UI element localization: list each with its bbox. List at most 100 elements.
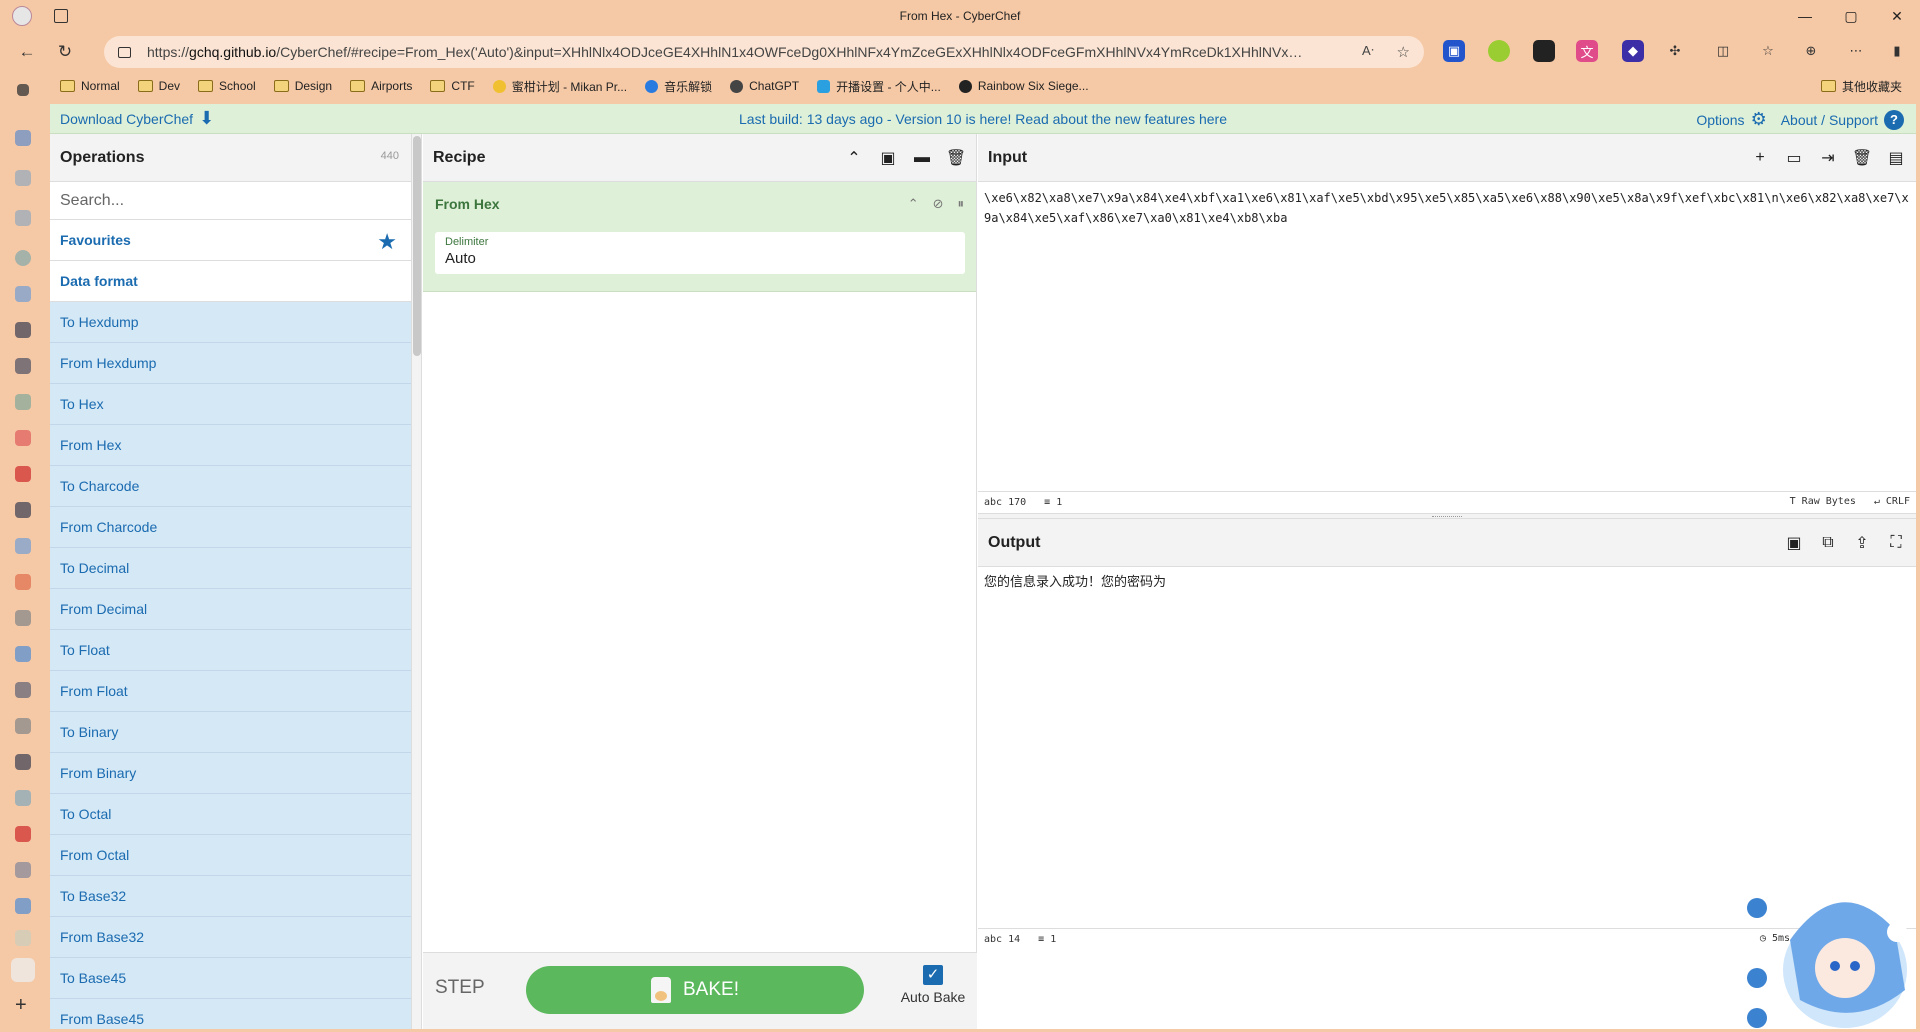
auto-bake-checkbox[interactable]: ✓ Auto Bake — [893, 965, 973, 1005]
input-eol[interactable]: ↵ CRLF — [1874, 496, 1910, 507]
back-arrow-icon[interactable]: ← — [10, 37, 44, 67]
clear-recipe-icon[interactable]: 🗑 — [946, 148, 966, 168]
operation-item[interactable]: To Float — [50, 630, 411, 671]
disable-operation-icon[interactable]: ⊘ — [933, 196, 944, 212]
about-support-link[interactable]: About / Support — [1781, 112, 1878, 128]
site-info-icon[interactable] — [118, 46, 131, 58]
sidebar-app-icon[interactable] — [15, 790, 31, 806]
bake-button[interactable]: BAKE! — [526, 966, 864, 1014]
close-button[interactable]: ✕ — [1874, 0, 1920, 32]
operation-item[interactable]: From Base32 — [50, 917, 411, 958]
translate-extension-icon[interactable]: 文 — [1576, 40, 1598, 62]
minimize-button[interactable]: — — [1782, 0, 1828, 32]
operation-item[interactable]: From Charcode — [50, 507, 411, 548]
bookmark-folder-design[interactable]: Design — [273, 79, 332, 93]
sidebar-app-icon[interactable] — [15, 646, 31, 662]
favorite-star-icon[interactable]: ☆ — [1397, 43, 1410, 61]
split-screen-icon[interactable]: ◫ — [1712, 40, 1734, 62]
bookmark-folder-school[interactable]: School — [198, 79, 256, 93]
bookmark-rainbow-six[interactable]: Rainbow Six Siege... — [958, 79, 1089, 93]
operation-item[interactable]: To Binary — [50, 712, 411, 753]
open-folder-icon[interactable]: ▭ — [1784, 148, 1804, 168]
sidebar-app-icon[interactable] — [15, 394, 31, 410]
favorites-icon[interactable]: ☆ — [1757, 40, 1779, 62]
save-output-icon[interactable]: ▣ — [1784, 533, 1804, 553]
sidebar-app-icon[interactable] — [15, 898, 31, 914]
category-favourites[interactable]: Favourites ★ — [50, 220, 411, 261]
collapse-all-icon[interactable]: ⌃ — [844, 148, 864, 168]
sidebar-app-icon[interactable] — [15, 930, 31, 946]
category-data-format[interactable]: Data format — [50, 261, 411, 302]
read-aloud-icon[interactable]: Aᐧ — [1362, 43, 1374, 59]
operations-search-input[interactable]: Search... — [50, 182, 411, 220]
refresh-icon[interactable]: ↻ — [48, 37, 82, 67]
maximize-output-icon[interactable]: ⛶ — [1886, 533, 1906, 553]
bookmark-chatgpt[interactable]: ChatGPT — [730, 79, 799, 93]
sidebar-app-icon[interactable] — [15, 322, 31, 338]
operation-item[interactable]: From Base45 — [50, 999, 411, 1029]
options-link[interactable]: Options — [1696, 112, 1744, 128]
operation-item[interactable]: To Base45 — [50, 958, 411, 999]
input-textarea[interactable]: \xe6\x82\xa8\xe7\x9a\x84\xe4\xbf\xa1\xe6… — [978, 182, 1916, 491]
bookmark-folder-airports[interactable]: Airports — [350, 79, 412, 93]
delimiter-select[interactable]: Delimiter Auto — [435, 232, 965, 274]
bookmark-mikan[interactable]: 蜜柑计划 - Mikan Pr... — [492, 78, 627, 95]
add-app-icon[interactable]: + — [15, 994, 27, 1017]
sidebar-app-icon[interactable] — [15, 170, 31, 186]
extension-icon[interactable] — [1533, 40, 1555, 62]
browser-profile-icon[interactable] — [12, 6, 32, 26]
add-tab-icon[interactable]: + — [1750, 148, 1770, 168]
extensions-puzzle-icon[interactable]: ✣ — [1664, 40, 1686, 62]
copy-output-icon[interactable]: ⧉ — [1818, 533, 1838, 553]
sidebar-app-icon[interactable] — [15, 754, 31, 770]
extension-icon[interactable] — [1488, 40, 1510, 62]
operation-item[interactable]: From Float — [50, 671, 411, 712]
operation-item[interactable]: From Hexdump — [50, 343, 411, 384]
sidebar-app-icon[interactable] — [15, 430, 31, 446]
url-text[interactable]: https://gchq.github.io/CyberChef/#recipe… — [147, 44, 1307, 60]
load-recipe-icon[interactable]: ▬ — [912, 148, 932, 168]
extension-icon[interactable]: ◆ — [1622, 40, 1644, 62]
sidebar-app-icon[interactable] — [15, 826, 31, 842]
restore-button[interactable]: ▢ — [1828, 0, 1874, 32]
bookmark-music-unlock[interactable]: 音乐解锁 — [645, 78, 712, 95]
sidebar-app-icon[interactable] — [15, 286, 31, 302]
output-textarea[interactable]: 您的信息录入成功！您的密码为 — [978, 567, 1916, 928]
sidebar-app-icon[interactable] — [15, 358, 31, 374]
operation-item[interactable]: To Base32 — [50, 876, 411, 917]
tab-actions-icon[interactable] — [54, 9, 68, 23]
sidebar-app-icon[interactable] — [15, 682, 31, 698]
bookmark-folder-normal[interactable]: Normal — [60, 79, 120, 93]
operation-item[interactable]: To Hexdump — [50, 302, 411, 343]
save-recipe-icon[interactable]: ▣ — [878, 148, 898, 168]
scrollbar-thumb[interactable] — [413, 136, 421, 356]
operation-item[interactable]: To Decimal — [50, 548, 411, 589]
gear-icon[interactable]: ⚙ — [1751, 109, 1767, 130]
sidebar-app-icon[interactable] — [15, 538, 31, 554]
collections-icon[interactable]: ⊕ — [1800, 40, 1822, 62]
replace-input-icon[interactable]: ⇪ — [1852, 533, 1872, 553]
download-cyberchef-link[interactable]: Download CyberChef ⬇ — [60, 108, 214, 129]
help-icon[interactable]: ? — [1884, 109, 1904, 130]
more-menu-icon[interactable]: ⋯ — [1845, 40, 1867, 62]
sidebar-app-icon[interactable] — [15, 210, 31, 226]
sidebar-app-icon[interactable] — [15, 250, 31, 266]
build-message-link[interactable]: Last build: 13 days ago - Version 10 is … — [739, 111, 1227, 127]
reset-layout-icon[interactable]: ▤ — [1886, 148, 1906, 168]
sidebar-app-icon[interactable] — [15, 466, 31, 482]
sidebar-app-icon[interactable] — [15, 574, 31, 590]
tab-icon[interactable] — [17, 84, 29, 96]
sidebar-app-icon[interactable] — [15, 862, 31, 878]
operation-item[interactable]: From Octal — [50, 835, 411, 876]
operations-scrollbar[interactable] — [412, 134, 422, 1029]
clear-input-icon[interactable]: 🗑 — [1852, 148, 1872, 168]
open-file-icon[interactable]: ⇥ — [1818, 148, 1838, 168]
operation-item[interactable]: To Octal — [50, 794, 411, 835]
sidebar-app-icon[interactable] — [15, 718, 31, 734]
extension-icon[interactable]: ▣ — [1443, 40, 1465, 62]
sidebar-active-app-icon[interactable] — [11, 958, 35, 982]
input-encoding[interactable]: T Raw Bytes — [1790, 496, 1856, 507]
sidebar-toggle-icon[interactable]: ▮ — [1886, 40, 1908, 62]
sidebar-app-icon[interactable] — [15, 610, 31, 626]
bookmark-live-settings[interactable]: 开播设置 - 个人中... — [817, 78, 941, 95]
